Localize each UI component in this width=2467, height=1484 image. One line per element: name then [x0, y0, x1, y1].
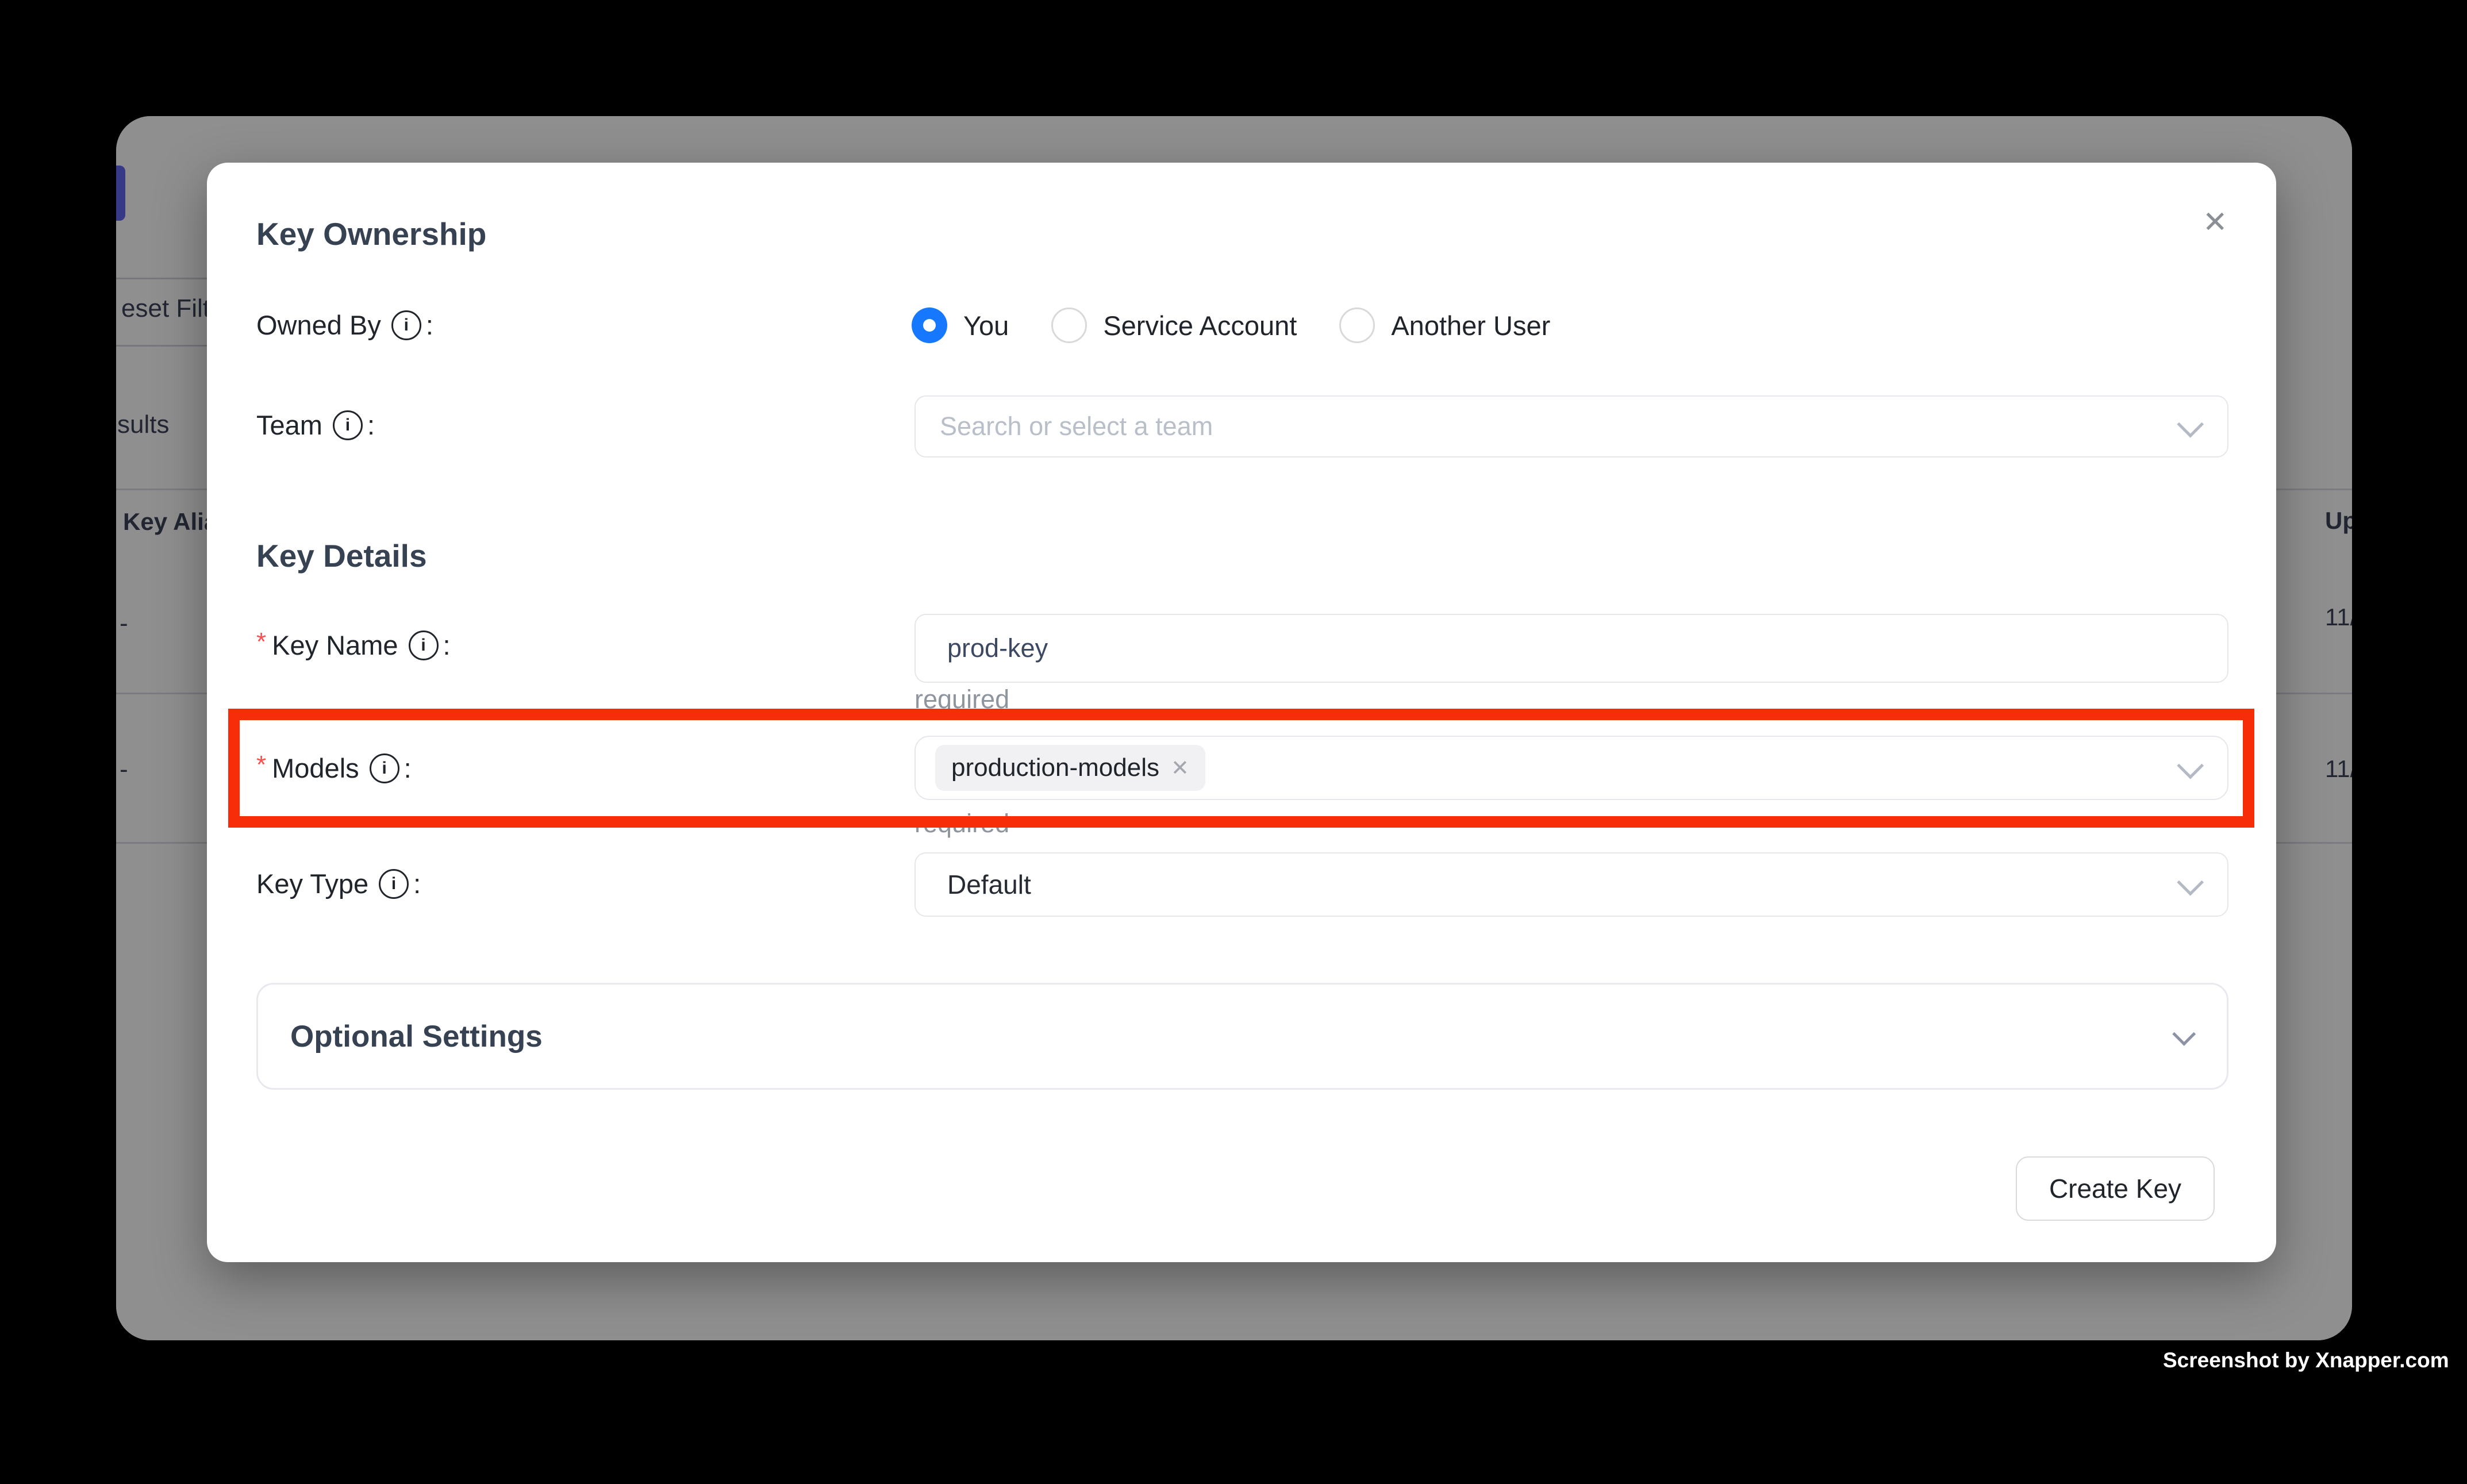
owned-by-label: Owned By :: [256, 309, 433, 341]
required-asterisk: *: [256, 628, 266, 656]
radio-option-another-user[interactable]: Another User: [1339, 307, 1550, 343]
close-icon[interactable]: ✕: [2203, 207, 2228, 237]
create-key-button[interactable]: Create Key: [2016, 1156, 2215, 1221]
radio-option-you[interactable]: You: [912, 307, 1009, 343]
info-icon[interactable]: [370, 753, 399, 783]
team-select[interactable]: Search or select a team: [914, 395, 2228, 457]
radio-unselected-icon[interactable]: [1339, 307, 1375, 343]
chevron-down-icon: [2177, 752, 2204, 779]
info-icon[interactable]: [409, 630, 439, 660]
modal-title: Key Ownership: [256, 216, 486, 252]
radio-unselected-icon[interactable]: [1051, 307, 1087, 343]
chevron-down-icon: [2177, 410, 2204, 437]
models-tag: production-models ✕: [935, 745, 1205, 791]
key-type-select[interactable]: Default: [914, 852, 2228, 917]
chevron-down-icon: [2177, 868, 2204, 895]
radio-option-service-account[interactable]: Service Account: [1051, 307, 1297, 343]
key-type-label: Key Type :: [256, 868, 421, 899]
optional-settings-toggle[interactable]: Optional Settings: [256, 983, 2228, 1090]
key-details-heading: Key Details: [256, 537, 427, 574]
models-label: * Models :: [256, 752, 412, 784]
info-icon[interactable]: [391, 310, 421, 340]
watermark-text: Screenshot by Xnapper.com: [2163, 1348, 2449, 1372]
required-asterisk: *: [256, 751, 266, 779]
key-name-validation: required: [914, 685, 1009, 714]
info-icon[interactable]: [333, 410, 363, 440]
chevron-down-icon: [2172, 1022, 2196, 1045]
key-name-value: prod-key: [947, 633, 1048, 663]
remove-tag-icon[interactable]: ✕: [1171, 755, 1189, 781]
radio-selected-icon[interactable]: [912, 307, 947, 343]
key-type-value: Default: [947, 869, 1031, 900]
key-name-input[interactable]: prod-key: [914, 614, 2228, 683]
team-select-placeholder: Search or select a team: [940, 412, 1213, 441]
team-label: Team :: [256, 409, 375, 441]
models-validation: required: [914, 809, 1009, 839]
optional-settings-label: Optional Settings: [290, 1019, 543, 1054]
info-icon[interactable]: [379, 869, 409, 899]
models-tag-label: production-models: [951, 753, 1159, 782]
key-name-label: * Key Name :: [256, 629, 451, 661]
owned-by-radio-group: You Service Account Another User: [912, 307, 1550, 343]
create-key-modal: ✕ Key Ownership Owned By : You Service A…: [207, 163, 2276, 1262]
models-select[interactable]: production-models ✕: [914, 736, 2228, 800]
